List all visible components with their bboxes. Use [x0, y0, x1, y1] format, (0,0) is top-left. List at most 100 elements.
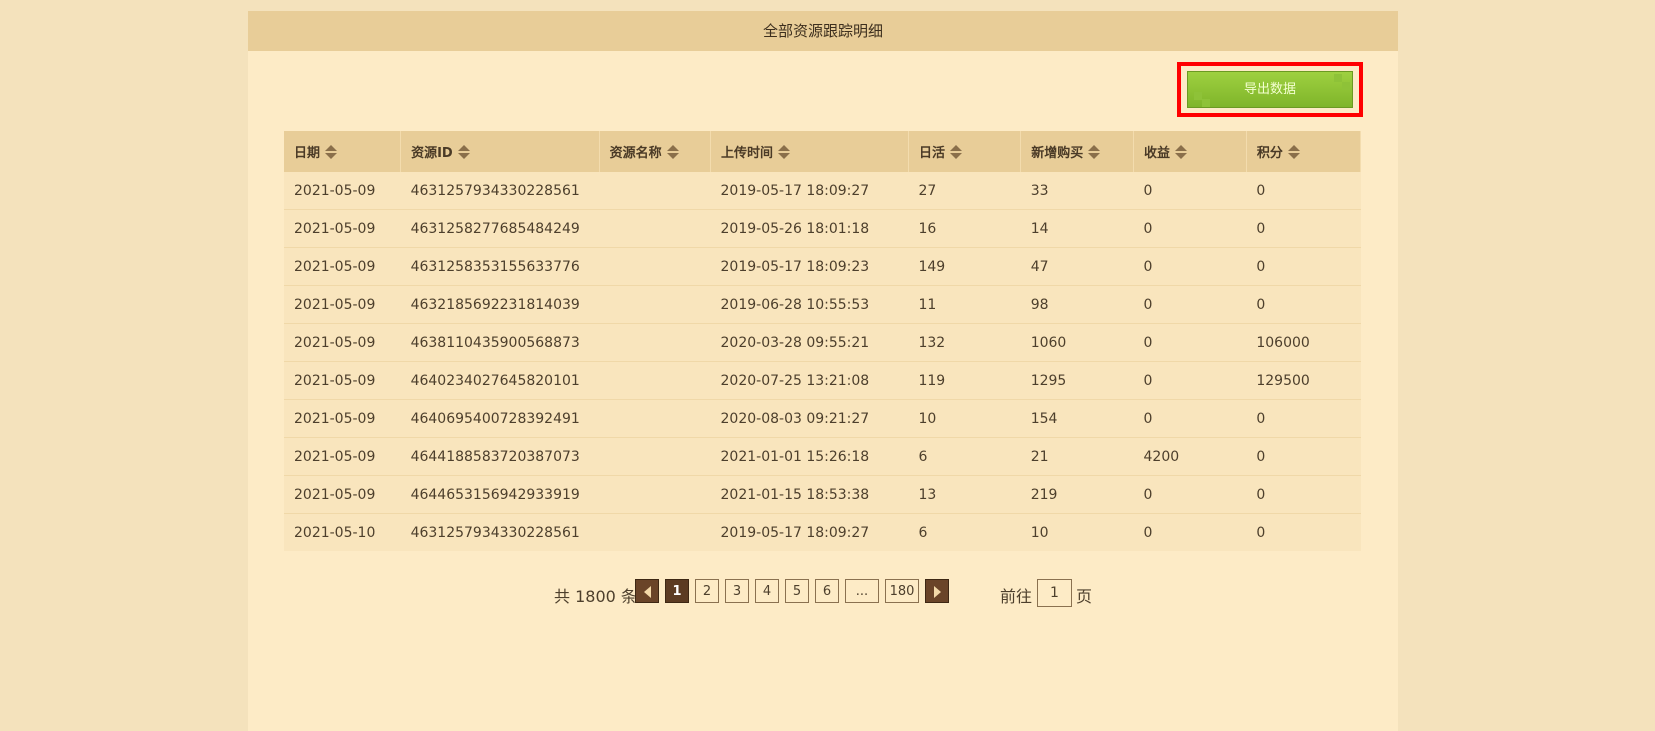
sort-icon[interactable]	[457, 144, 470, 160]
page-ellipsis[interactable]: ...	[845, 579, 879, 603]
cell-daily-active: 119	[908, 361, 1021, 400]
column-header-daily-active[interactable]: 日活	[908, 131, 1022, 172]
cell-points: 0	[1246, 247, 1361, 286]
table-row: 2021-05-09 4631258277685484249 2019-05-26 …	[284, 209, 1361, 248]
sort-icon[interactable]	[1175, 144, 1188, 160]
cell-upload-time: 2019-05-17 18:09:23	[710, 247, 909, 286]
cell-resource-id: 4644188583720387073	[400, 437, 600, 476]
cell-daily-active: 149	[908, 247, 1021, 286]
cell-daily-active: 16	[908, 209, 1021, 248]
page-button-2[interactable]: 2	[695, 579, 719, 603]
cell-points: 0	[1246, 513, 1361, 551]
cell-points: 0	[1246, 172, 1361, 210]
prev-page-button[interactable]	[635, 579, 659, 603]
sort-asc-icon[interactable]	[1175, 145, 1188, 152]
cell-resource-id: 4631258353155633776	[400, 247, 600, 286]
sort-desc-icon[interactable]	[325, 153, 338, 160]
sort-icon[interactable]	[666, 144, 679, 160]
column-header-new-purchases[interactable]: 新增购买	[1020, 131, 1135, 172]
column-header-points[interactable]: 积分	[1246, 131, 1362, 172]
main-panel: 全部资源跟踪明细 导出数据 日期 资源ID 资源名称 上传时间 日活 新增购买 收益 积分 2…	[248, 11, 1398, 731]
cell-upload-time: 2019-05-17 18:09:27	[710, 513, 909, 551]
cell-resource-name	[599, 172, 711, 210]
page-button-3[interactable]: 3	[725, 579, 749, 603]
page-button-5[interactable]: 5	[785, 579, 809, 603]
cell-resource-name	[599, 475, 711, 514]
cell-resource-id: 4640234027645820101	[400, 361, 600, 400]
cell-revenue: 0	[1133, 209, 1247, 248]
cell-new-purchases: 1295	[1020, 361, 1134, 400]
sort-icon[interactable]	[950, 144, 962, 160]
page-button-1[interactable]: 1	[665, 579, 689, 603]
sort-icon[interactable]	[325, 144, 338, 160]
cell-resource-name	[599, 399, 711, 438]
cell-resource-id: 4631257934330228561	[400, 513, 600, 551]
sort-icon[interactable]	[1088, 144, 1101, 160]
sort-asc-icon[interactable]	[778, 145, 791, 152]
cell-daily-active: 13	[908, 475, 1021, 514]
sort-icon[interactable]	[778, 144, 791, 160]
page-button-6[interactable]: 6	[815, 579, 839, 603]
cell-daily-active: 6	[908, 513, 1021, 551]
sort-desc-icon[interactable]	[1088, 153, 1101, 160]
sort-desc-icon[interactable]	[1287, 153, 1300, 160]
page-button-4[interactable]: 4	[755, 579, 779, 603]
cell-resource-name	[599, 361, 711, 400]
sort-desc-icon[interactable]	[457, 153, 470, 160]
cell-upload-time: 2019-05-17 18:09:27	[710, 172, 909, 210]
cell-revenue: 0	[1133, 172, 1247, 210]
cell-upload-time: 2021-01-01 15:26:18	[710, 437, 909, 476]
cell-date: 2021-05-10	[284, 513, 401, 551]
sort-asc-icon[interactable]	[1088, 145, 1101, 152]
column-header-date[interactable]: 日期	[284, 131, 402, 172]
total-count: 共 1800 条	[554, 587, 637, 606]
sort-asc-icon[interactable]	[1287, 145, 1300, 152]
sort-desc-icon[interactable]	[778, 153, 791, 160]
column-header-revenue[interactable]: 收益	[1133, 131, 1247, 172]
table-row: 2021-05-09 4644188583720387073 2021-01-01 …	[284, 437, 1361, 476]
decor-pixel	[1334, 74, 1342, 82]
sort-asc-icon[interactable]	[950, 145, 962, 152]
cell-resource-id: 4640695400728392491	[400, 399, 600, 438]
cell-daily-active: 27	[908, 172, 1021, 210]
cell-date: 2021-05-09	[284, 361, 401, 400]
cell-points: 0	[1246, 399, 1361, 438]
column-header-resource-id[interactable]: 资源ID	[400, 131, 600, 172]
cell-new-purchases: 33	[1020, 172, 1134, 210]
cell-revenue: 0	[1133, 285, 1247, 324]
column-header-label: 上传时间	[721, 145, 774, 161]
goto-page-input[interactable]	[1037, 579, 1072, 607]
sort-asc-icon[interactable]	[325, 145, 338, 152]
sort-desc-icon[interactable]	[666, 153, 679, 160]
table-row: 2021-05-09 4631257934330228561 2019-05-17 …	[284, 172, 1361, 210]
cell-resource-name	[599, 323, 711, 362]
export-data-button[interactable]: 导出数据	[1187, 71, 1353, 108]
table-row: 2021-05-09 4632185692231814039 2019-06-28 …	[284, 285, 1361, 324]
sort-desc-icon[interactable]	[950, 153, 962, 160]
next-page-button[interactable]	[925, 579, 949, 603]
cell-daily-active: 11	[908, 285, 1021, 324]
cell-date: 2021-05-09	[284, 399, 401, 438]
page-button-180[interactable]: 180	[885, 579, 919, 603]
cell-resource-id: 4644653156942933919	[400, 475, 600, 514]
sort-desc-icon[interactable]	[1175, 153, 1188, 160]
cell-new-purchases: 154	[1020, 399, 1134, 438]
column-header-upload-time[interactable]: 上传时间	[710, 131, 909, 172]
cell-resource-id: 4638110435900568873	[400, 323, 600, 362]
goto-label: 前往	[1000, 587, 1033, 606]
sort-asc-icon[interactable]	[457, 145, 470, 152]
sort-icon[interactable]	[1287, 144, 1300, 160]
column-header-resource-name[interactable]: 资源名称	[599, 131, 712, 172]
table-row: 2021-05-10 4631257934330228561 2019-05-17 …	[284, 513, 1361, 551]
table-row: 2021-05-09 4644653156942933919 2021-01-15 …	[284, 475, 1361, 514]
cell-revenue: 0	[1133, 513, 1247, 551]
table-header-row: 日期 资源ID 资源名称 上传时间 日活 新增购买 收益 积分	[284, 131, 1362, 172]
cell-revenue: 0	[1133, 475, 1247, 514]
table-row: 2021-05-09 4638110435900568873 2020-03-28 …	[284, 323, 1361, 362]
sort-asc-icon[interactable]	[666, 145, 679, 152]
cell-upload-time: 2020-08-03 09:21:27	[710, 399, 909, 438]
cell-date: 2021-05-09	[284, 172, 401, 210]
cell-resource-id: 4631257934330228561	[400, 172, 600, 210]
cell-resource-name	[599, 247, 711, 286]
cell-date: 2021-05-09	[284, 209, 401, 248]
